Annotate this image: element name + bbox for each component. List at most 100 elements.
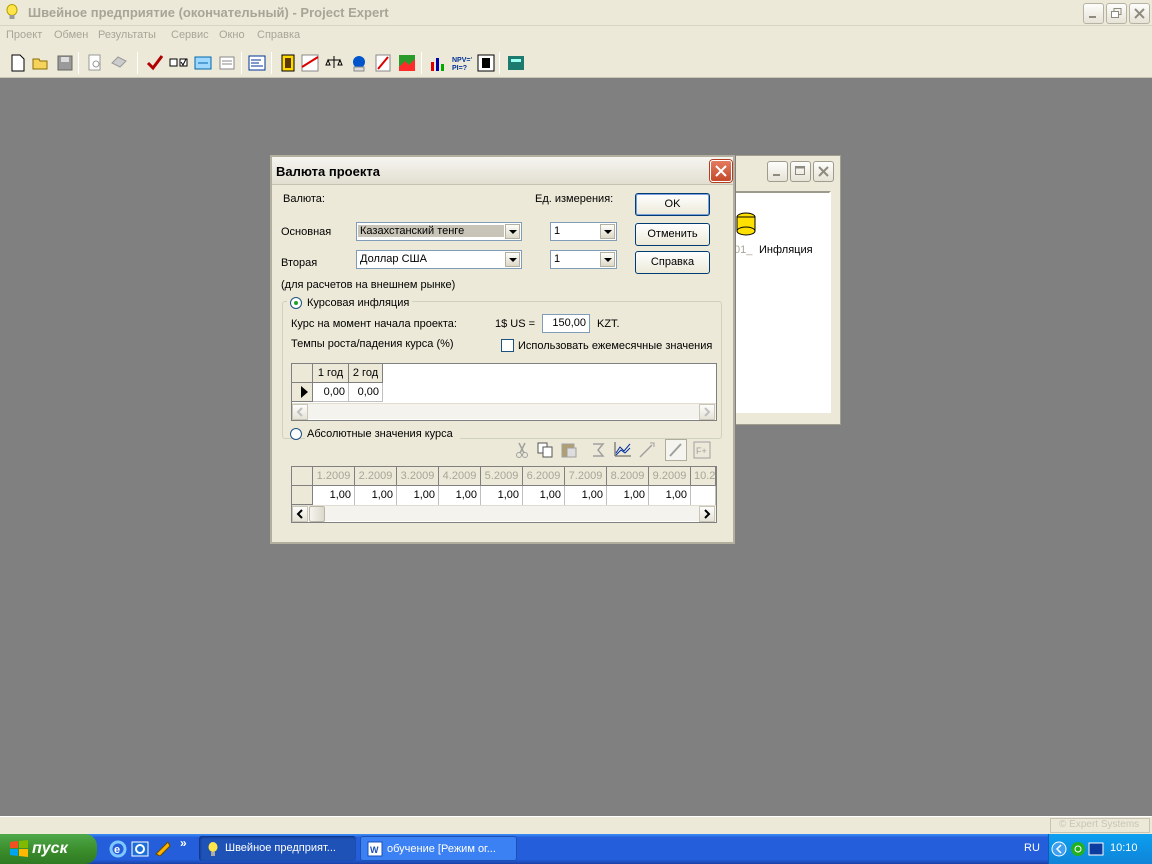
list-icon[interactable] — [247, 53, 267, 73]
scroll-left-icon[interactable] — [292, 506, 308, 522]
paste-icon[interactable] — [560, 441, 578, 459]
copy-icon[interactable] — [536, 441, 554, 459]
details-icon[interactable] — [349, 53, 369, 73]
scroll-left-icon[interactable] — [292, 404, 308, 420]
absolute-value-cell[interactable]: 1,00 — [397, 486, 439, 505]
cancel-button[interactable]: Отменить — [635, 223, 710, 246]
minimize-button[interactable] — [1083, 3, 1104, 24]
maximize-icon — [795, 166, 805, 175]
svg-text:F+: F+ — [696, 446, 707, 456]
language-indicator[interactable]: RU — [1024, 842, 1040, 854]
secondary-currency-select[interactable]: Доллар США — [356, 250, 522, 269]
menu-project[interactable]: Проект — [6, 29, 42, 41]
secondary-unit-select[interactable]: 1 — [550, 250, 617, 269]
print-preview-icon[interactable] — [85, 53, 105, 73]
tray-app-icon[interactable] — [1088, 841, 1104, 857]
chart-area-icon[interactable] — [397, 53, 417, 73]
checklist-icon[interactable] — [169, 53, 189, 73]
check-icon[interactable] — [145, 53, 165, 73]
chevron-right-icon[interactable]: » — [180, 836, 187, 850]
inflation-icon[interactable] — [735, 212, 757, 236]
exchange-icon[interactable] — [193, 53, 213, 73]
bg-item-label[interactable]: Инфляция — [759, 244, 813, 256]
calculator-icon[interactable] — [506, 53, 526, 73]
growth-grid: 1 год 2 год 0,00 0,00 — [291, 363, 717, 421]
absolute-value-cell[interactable]: 1,00 — [565, 486, 607, 505]
analysis-icon[interactable] — [476, 53, 496, 73]
secondary-currency-label: Вторая — [281, 257, 318, 269]
help-button[interactable]: Справка — [635, 251, 710, 274]
absolute-value-cell[interactable]: 1,00 — [607, 486, 649, 505]
line-chart-icon[interactable] — [614, 441, 632, 459]
scroll-thumb[interactable] — [309, 506, 325, 522]
start-button[interactable]: пуск — [0, 834, 97, 864]
edit-tool-button[interactable] — [665, 439, 687, 461]
restore-button[interactable] — [1106, 3, 1127, 24]
taskbar-item-project-expert[interactable]: Швейное предприят... — [199, 836, 356, 861]
internet-explorer-icon[interactable]: e — [109, 840, 127, 858]
scroll-right-icon[interactable] — [699, 506, 715, 522]
svg-text:PI=?: PI=? — [452, 65, 467, 72]
lightbulb-icon — [6, 4, 18, 19]
new-file-icon[interactable] — [8, 53, 28, 73]
dialog-close-button[interactable] — [710, 160, 732, 182]
primary-currency-select[interactable]: Казахстанский тенге — [356, 222, 522, 241]
bg-maximize-button[interactable] — [790, 161, 811, 182]
month-column-header: 1.2009 — [313, 467, 355, 486]
trend-icon[interactable] — [638, 441, 656, 459]
absolute-value-cell[interactable]: 1,00 — [523, 486, 565, 505]
menu-exchange[interactable]: Обмен — [54, 29, 88, 41]
absolute-value-cell[interactable]: 1,00 — [355, 486, 397, 505]
menu-service[interactable]: Сервис — [171, 29, 209, 41]
growth-cell[interactable]: 0,00 — [349, 383, 383, 402]
print-icon[interactable] — [109, 53, 129, 73]
bar-chart-icon[interactable] — [428, 53, 448, 73]
menu-window[interactable]: Окно — [219, 29, 245, 41]
cut-icon[interactable] — [513, 441, 531, 459]
copyright-label: © Expert Systems — [1050, 818, 1150, 833]
balance-icon[interactable] — [324, 53, 344, 73]
menu-results[interactable]: Результаты — [98, 29, 156, 41]
notes-icon[interactable] — [217, 53, 237, 73]
network-icon[interactable] — [1070, 841, 1086, 857]
scroll-right-icon[interactable] — [699, 404, 715, 420]
month-column-header: 6.2009 — [523, 467, 565, 486]
growth-grid-scrollbar[interactable] — [292, 403, 716, 420]
close-button[interactable] — [1129, 3, 1150, 24]
absolute-value-cell[interactable] — [691, 486, 716, 505]
monthly-values-checkbox[interactable] — [501, 339, 514, 352]
monthly-values-label: Использовать ежемесячные значения — [518, 340, 713, 352]
save-icon[interactable] — [55, 53, 75, 73]
browser-icon[interactable] — [131, 840, 149, 858]
absolute-value-cell[interactable]: 1,00 — [481, 486, 523, 505]
rate-inflation-radio[interactable] — [290, 297, 302, 309]
ok-button[interactable]: OK — [635, 193, 710, 216]
taskbar-item-word[interactable]: W обучение [Режим ог... — [360, 836, 517, 861]
bg-minimize-button[interactable] — [767, 161, 788, 182]
close-icon — [715, 165, 727, 177]
sigma-icon[interactable] — [590, 441, 608, 459]
report-icon[interactable] — [278, 53, 298, 73]
absolute-value-cell[interactable]: 1,00 — [649, 486, 691, 505]
formula-icon[interactable]: F+ — [693, 441, 711, 459]
absolute-values-radio[interactable] — [290, 428, 302, 440]
bg-item-prefix: 01_ — [734, 244, 753, 256]
row-pointer — [292, 383, 313, 402]
secondary-unit-value: 1 — [554, 253, 561, 265]
cashflow-icon[interactable] — [300, 53, 320, 73]
absolute-grid-scrollbar[interactable] — [292, 505, 716, 522]
chevron-left-icon[interactable] — [1051, 841, 1067, 857]
rate-input[interactable]: 150,00 — [542, 314, 590, 333]
bg-close-button[interactable] — [813, 161, 834, 182]
growth-column-header: 2 год — [349, 364, 383, 383]
absolute-value-cell[interactable]: 1,00 — [313, 486, 355, 505]
primary-unit-select[interactable]: 1 — [550, 222, 617, 241]
month-column-header: 8.2009 — [607, 467, 649, 486]
growth-cell[interactable]: 0,00 — [313, 383, 349, 402]
menu-help[interactable]: Справка — [257, 29, 300, 41]
absolute-value-cell[interactable]: 1,00 — [439, 486, 481, 505]
open-folder-icon[interactable] — [31, 53, 51, 73]
npv-icon[interactable]: NPV=?PI=? — [452, 53, 472, 73]
media-icon[interactable] — [154, 840, 172, 858]
chart-report-icon[interactable] — [373, 53, 393, 73]
